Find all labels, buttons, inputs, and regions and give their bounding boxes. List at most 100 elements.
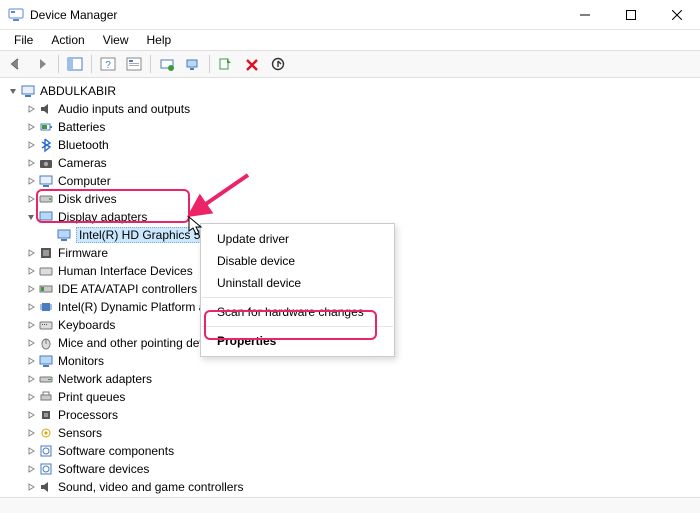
expander-open-icon[interactable] (6, 84, 20, 98)
maximize-button[interactable] (608, 0, 654, 30)
tree-category[interactable]: Computer (24, 172, 700, 190)
expander-closed-icon[interactable] (24, 444, 38, 458)
expander-closed-icon[interactable] (24, 480, 38, 494)
tree-root[interactable]: ABDULKABIR (6, 82, 700, 100)
expander-closed-icon[interactable] (24, 318, 38, 332)
minimize-button[interactable] (562, 0, 608, 30)
battery-icon (38, 119, 54, 135)
toolbar-separator (91, 55, 92, 73)
computer-icon (38, 173, 54, 189)
uninstall-device-button[interactable] (240, 53, 264, 75)
scan-hardware-button[interactable] (181, 53, 205, 75)
computer-icon (20, 83, 36, 99)
tree-label: Mice and other pointing devices (58, 336, 203, 350)
toolbar-separator (209, 55, 210, 73)
expander-closed-icon[interactable] (24, 174, 38, 188)
tree-category[interactable]: Print queues (24, 388, 700, 406)
menu-action[interactable]: Action (43, 31, 92, 49)
expander-none (42, 228, 56, 242)
expander-closed-icon[interactable] (24, 354, 38, 368)
tree-category[interactable]: Software devices (24, 460, 700, 478)
display-icon (56, 227, 72, 243)
menu-help[interactable]: Help (139, 31, 180, 49)
expander-closed-icon[interactable] (24, 156, 38, 170)
tree-category[interactable]: Cameras (24, 154, 700, 172)
ctx-uninstall-device[interactable]: Uninstall device (201, 272, 394, 294)
tree-category[interactable]: Software components (24, 442, 700, 460)
menu-file[interactable]: File (6, 31, 41, 49)
expander-closed-icon[interactable] (24, 102, 38, 116)
expander-closed-icon[interactable] (24, 282, 38, 296)
update-driver-button[interactable] (155, 53, 179, 75)
back-button[interactable] (4, 53, 28, 75)
expander-closed-icon[interactable] (24, 264, 38, 278)
tree-label: Sensors (58, 426, 102, 440)
expander-open-icon[interactable] (24, 210, 38, 224)
software-icon (38, 461, 54, 477)
window-controls (562, 0, 700, 30)
expander-closed-icon[interactable] (24, 426, 38, 440)
tree-label: Print queues (58, 390, 125, 404)
tree-category[interactable]: Network adapters (24, 370, 700, 388)
tree-label: Audio inputs and outputs (58, 102, 190, 116)
tree-category[interactable]: Bluetooth (24, 136, 700, 154)
help-button[interactable]: ? (96, 53, 120, 75)
statusbar (0, 497, 700, 513)
sensor-icon (38, 425, 54, 441)
ide-icon (38, 281, 54, 297)
tree-label: Disk drives (58, 192, 117, 206)
chip-icon (38, 299, 54, 315)
ctx-update-driver[interactable]: Update driver (201, 228, 394, 250)
ctx-separator (202, 297, 393, 298)
titlebar: Device Manager (0, 0, 700, 30)
enable-device-button[interactable] (214, 53, 238, 75)
tree-label: Sound, video and game controllers (58, 480, 243, 494)
tree-category[interactable]: Batteries (24, 118, 700, 136)
disk-icon (38, 191, 54, 207)
expander-closed-icon[interactable] (24, 192, 38, 206)
tree-label: Firmware (58, 246, 108, 260)
bluetooth-icon (38, 137, 54, 153)
properties-button[interactable] (122, 53, 146, 75)
tree-category[interactable]: Audio inputs and outputs (24, 100, 700, 118)
software-icon (38, 443, 54, 459)
expander-closed-icon[interactable] (24, 246, 38, 260)
menu-view[interactable]: View (95, 31, 137, 49)
window-title: Device Manager (30, 8, 562, 22)
tree-category[interactable]: Disk drives (24, 190, 700, 208)
printer-icon (38, 389, 54, 405)
expander-closed-icon[interactable] (24, 408, 38, 422)
expander-closed-icon[interactable] (24, 372, 38, 386)
ctx-properties[interactable]: Properties (201, 330, 394, 352)
ctx-separator (202, 326, 393, 327)
ctx-disable-device[interactable]: Disable device (201, 250, 394, 272)
expander-closed-icon[interactable] (24, 462, 38, 476)
processor-icon (38, 407, 54, 423)
monitor-icon (38, 353, 54, 369)
camera-icon (38, 155, 54, 171)
audio-icon (38, 101, 54, 117)
tree-category[interactable]: Processors (24, 406, 700, 424)
tree-label: Intel(R) Dynamic Platform and Thermal Fr… (58, 300, 203, 314)
expander-closed-icon[interactable] (24, 120, 38, 134)
toolbar-separator (150, 55, 151, 73)
tree-label: Display adapters (58, 210, 147, 224)
show-hide-tree-button[interactable] (63, 53, 87, 75)
sound-icon (38, 479, 54, 495)
ctx-scan-hardware[interactable]: Scan for hardware changes (201, 301, 394, 323)
close-button[interactable] (654, 0, 700, 30)
tree-root-label: ABDULKABIR (40, 84, 116, 98)
tree-label: Cameras (58, 156, 107, 170)
expander-closed-icon[interactable] (24, 390, 38, 404)
tree-label: Software components (58, 444, 174, 458)
expander-closed-icon[interactable] (24, 138, 38, 152)
forward-button[interactable] (30, 53, 54, 75)
expander-closed-icon[interactable] (24, 300, 38, 314)
tree-category[interactable]: Sound, video and game controllers (24, 478, 700, 496)
tree-label: IDE ATA/ATAPI controllers (58, 282, 197, 296)
tree-category[interactable]: Sensors (24, 424, 700, 442)
disable-device-button[interactable] (266, 53, 290, 75)
expander-closed-icon[interactable] (24, 336, 38, 350)
toolbar: ? (0, 50, 700, 78)
menubar: File Action View Help (0, 30, 700, 50)
